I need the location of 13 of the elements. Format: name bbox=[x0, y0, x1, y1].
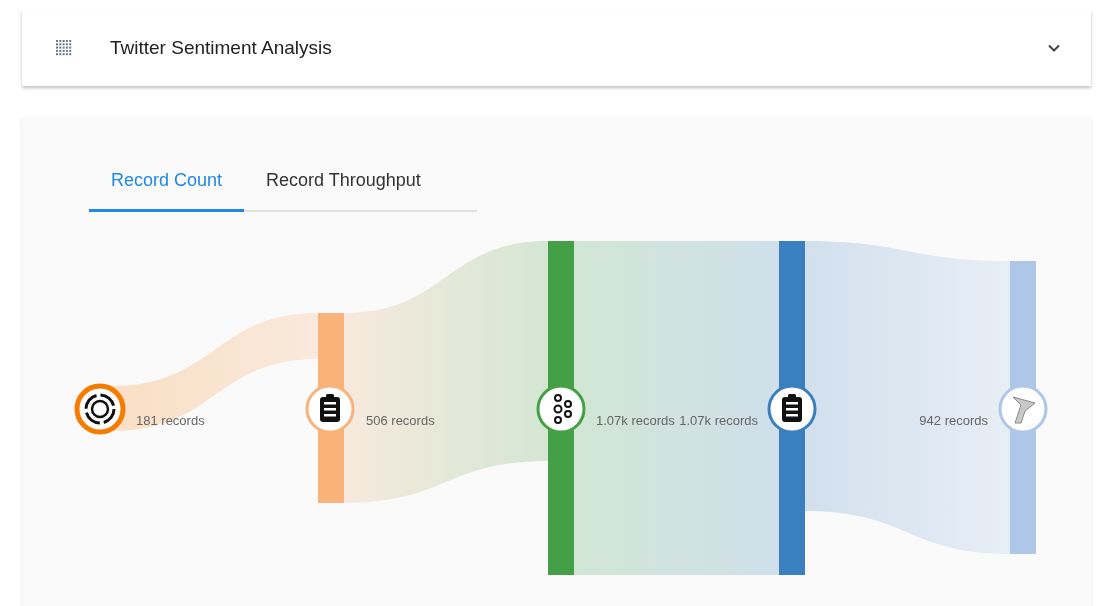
chevron-icon[interactable] bbox=[1047, 43, 1061, 53]
record-count-label: 1.07k records bbox=[679, 413, 758, 428]
record-count-label: 506 records bbox=[366, 413, 435, 428]
panel-title: Twitter Sentiment Analysis bbox=[110, 37, 333, 59]
tab[interactable]: Record Throughput bbox=[244, 160, 443, 212]
record-count-label: 1.07k records bbox=[596, 413, 675, 428]
sync-node-icon[interactable] bbox=[74, 383, 126, 435]
tab[interactable]: Record Count bbox=[89, 160, 245, 212]
grid-icon bbox=[56, 40, 72, 56]
record-count-label: 942 records bbox=[919, 413, 988, 428]
header-bar[interactable]: Twitter Sentiment Analysis bbox=[22, 10, 1091, 86]
network-node-icon[interactable] bbox=[536, 384, 586, 434]
record-count-label: 181 records bbox=[136, 413, 205, 428]
